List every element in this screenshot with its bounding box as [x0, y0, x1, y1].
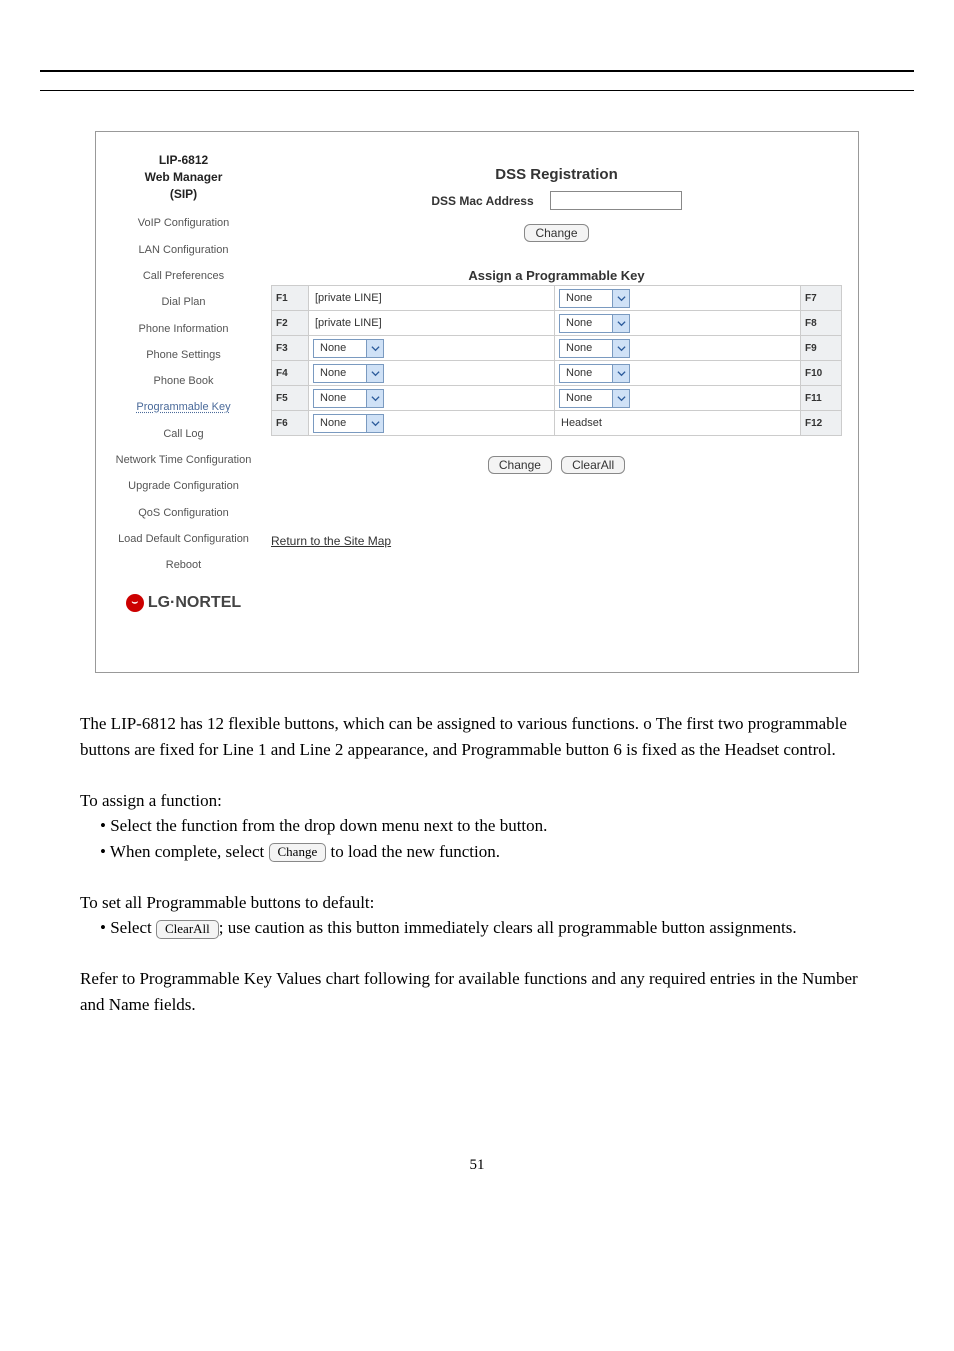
- key-cell: [private LINE]: [309, 286, 555, 311]
- key-cell: None: [555, 336, 801, 361]
- key-cell: None: [555, 311, 801, 336]
- key-label: F5: [272, 386, 309, 411]
- change-button[interactable]: Change: [524, 224, 588, 242]
- return-sitemap-link[interactable]: Return to the Site Map: [271, 534, 842, 548]
- chevron-down-icon: [366, 415, 383, 432]
- sidebar-item-call-preferences[interactable]: Call Preferences: [96, 269, 271, 283]
- key-label: F6: [272, 411, 309, 436]
- dss-mac-input[interactable]: [550, 191, 682, 210]
- key-cell: None: [309, 386, 555, 411]
- key-cell: None: [555, 361, 801, 386]
- sidebar-item-load-default-configuration[interactable]: Load Default Configuration: [96, 532, 271, 546]
- clearall-button[interactable]: ClearAll: [561, 456, 625, 474]
- key-label: F4: [272, 361, 309, 386]
- key-label: F8: [801, 311, 842, 336]
- main-content: DSS Registration DSS Mac Address Change …: [271, 132, 858, 672]
- chevron-down-icon: [366, 365, 383, 382]
- sidebar-item-phone-information[interactable]: Phone Information: [96, 322, 271, 336]
- assign-key-title: Assign a Programmable Key: [271, 268, 842, 283]
- key-cell: None: [555, 386, 801, 411]
- key-select[interactable]: None: [313, 389, 384, 408]
- key-cell: None: [309, 336, 555, 361]
- key-select[interactable]: None: [313, 364, 384, 383]
- key-cell: None: [309, 411, 555, 436]
- key-value: [private LINE]: [313, 292, 382, 304]
- dss-mac-label: DSS Mac Address: [431, 194, 533, 208]
- sidebar: LIP-6812 Web Manager (SIP) VoIP Configur…: [96, 132, 271, 672]
- key-select[interactable]: None: [559, 289, 630, 308]
- sidebar-item-upgrade-configuration[interactable]: Upgrade Configuration: [96, 479, 271, 493]
- key-select[interactable]: None: [313, 339, 384, 358]
- key-select[interactable]: None: [313, 414, 384, 433]
- dss-registration-title: DSS Registration: [271, 166, 842, 183]
- lg-icon: ⌣: [126, 594, 144, 612]
- sidebar-item-phone-settings[interactable]: Phone Settings: [96, 348, 271, 362]
- key-label: F12: [801, 411, 842, 436]
- key-label: F1: [272, 286, 309, 311]
- key-label: F7: [801, 286, 842, 311]
- change-button-2[interactable]: Change: [488, 456, 552, 474]
- sidebar-item-dial-plan[interactable]: Dial Plan: [96, 295, 271, 309]
- change-button-inline: Change: [269, 843, 327, 862]
- key-label: F11: [801, 386, 842, 411]
- sidebar-item-reboot[interactable]: Reboot: [96, 558, 271, 572]
- key-value: [private LINE]: [313, 317, 382, 329]
- sidebar-item-voip-configuration[interactable]: VoIP Configuration: [96, 216, 271, 230]
- sidebar-item-qos-configuration[interactable]: QoS Configuration: [96, 506, 271, 520]
- sidebar-item-call-log[interactable]: Call Log: [96, 427, 271, 441]
- sidebar-item-phone-book[interactable]: Phone Book: [96, 374, 271, 388]
- chevron-down-icon: [612, 315, 629, 332]
- sidebar-item-programmable-key[interactable]: Programmable Key: [96, 400, 271, 414]
- key-select[interactable]: None: [559, 389, 630, 408]
- header-rule-2: [40, 90, 914, 91]
- sidebar-title: LIP-6812 Web Manager (SIP): [96, 152, 271, 202]
- programmable-key-table: F1 [private LINE] None F7 F2 [private LINE] No…: [271, 285, 842, 436]
- key-cell: Headset: [555, 411, 801, 436]
- sidebar-item-lan-configuration[interactable]: LAN Configuration: [96, 243, 271, 257]
- brand-logo: ⌣ LG·NORTEL: [96, 593, 271, 614]
- key-label: F9: [801, 336, 842, 361]
- screenshot-panel: LIP-6812 Web Manager (SIP) VoIP Configur…: [95, 131, 859, 673]
- key-cell: None: [555, 286, 801, 311]
- chevron-down-icon: [612, 390, 629, 407]
- key-select[interactable]: None: [559, 314, 630, 333]
- key-select[interactable]: None: [559, 339, 630, 358]
- header-rule-1: [40, 70, 914, 72]
- chevron-down-icon: [612, 290, 629, 307]
- page-number: 51: [0, 1157, 954, 1174]
- sidebar-item-network-time-configuration[interactable]: Network Time Configuration: [96, 453, 271, 467]
- chevron-down-icon: [612, 340, 629, 357]
- instruction-text: The LIP-6812 has 12 flexible buttons, wh…: [80, 711, 874, 1017]
- key-label: F3: [272, 336, 309, 361]
- clearall-button-inline: ClearAll: [156, 920, 219, 939]
- chevron-down-icon: [612, 365, 629, 382]
- key-select[interactable]: None: [559, 364, 630, 383]
- key-label: F10: [801, 361, 842, 386]
- key-label: F2: [272, 311, 309, 336]
- key-value: Headset: [559, 417, 602, 429]
- chevron-down-icon: [366, 390, 383, 407]
- key-cell: None: [309, 361, 555, 386]
- chevron-down-icon: [366, 340, 383, 357]
- key-cell: [private LINE]: [309, 311, 555, 336]
